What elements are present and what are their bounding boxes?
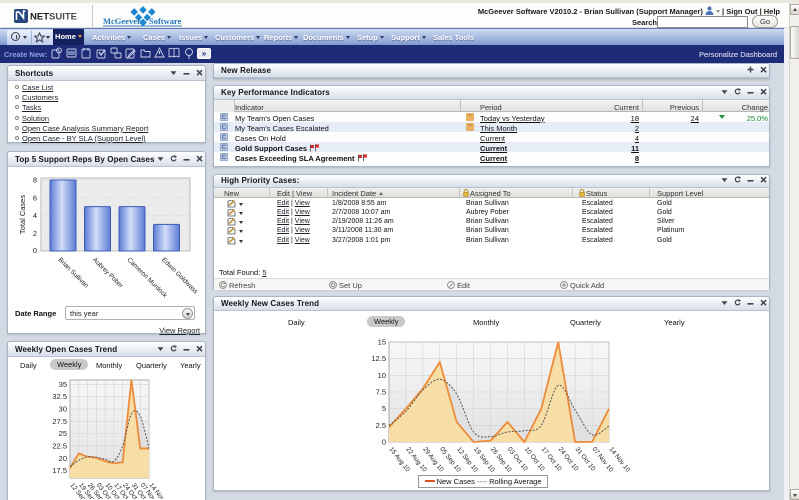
svg-text:Brian Sullivan: Brian Sullivan bbox=[57, 256, 90, 289]
svg-text:2: 2 bbox=[33, 229, 37, 238]
svg-text:35: 35 bbox=[59, 380, 67, 389]
svg-text:0: 0 bbox=[33, 246, 37, 255]
svg-text:8: 8 bbox=[33, 176, 37, 185]
svg-text:12.5: 12.5 bbox=[371, 354, 386, 363]
svg-text:20: 20 bbox=[59, 454, 67, 463]
svg-text:22.5: 22.5 bbox=[52, 441, 67, 450]
svg-text:30: 30 bbox=[59, 404, 67, 413]
svg-text:25: 25 bbox=[59, 429, 67, 438]
svg-text:32.5: 32.5 bbox=[52, 392, 67, 401]
svg-text:Edwin Goldwass: Edwin Goldwass bbox=[160, 256, 199, 295]
svg-text:5: 5 bbox=[382, 404, 386, 413]
svg-text:Aubrey Pober: Aubrey Pober bbox=[91, 256, 125, 290]
svg-text:10: 10 bbox=[378, 371, 386, 380]
svg-text:0: 0 bbox=[382, 438, 386, 447]
svg-text:15: 15 bbox=[378, 338, 386, 347]
svg-text:4: 4 bbox=[33, 211, 37, 220]
svg-text:17.5: 17.5 bbox=[52, 466, 67, 475]
svg-text:Software: Software bbox=[149, 16, 182, 26]
svg-text:6: 6 bbox=[33, 193, 37, 202]
svg-text:2.5: 2.5 bbox=[376, 421, 386, 430]
svg-text:7.5: 7.5 bbox=[376, 388, 386, 397]
svg-text:27.5: 27.5 bbox=[52, 417, 67, 426]
svg-text:McGeever: McGeever bbox=[103, 16, 141, 26]
svg-text:NETSUITE: NETSUITE bbox=[30, 12, 77, 23]
svg-text:Total Cases: Total Cases bbox=[18, 195, 27, 234]
